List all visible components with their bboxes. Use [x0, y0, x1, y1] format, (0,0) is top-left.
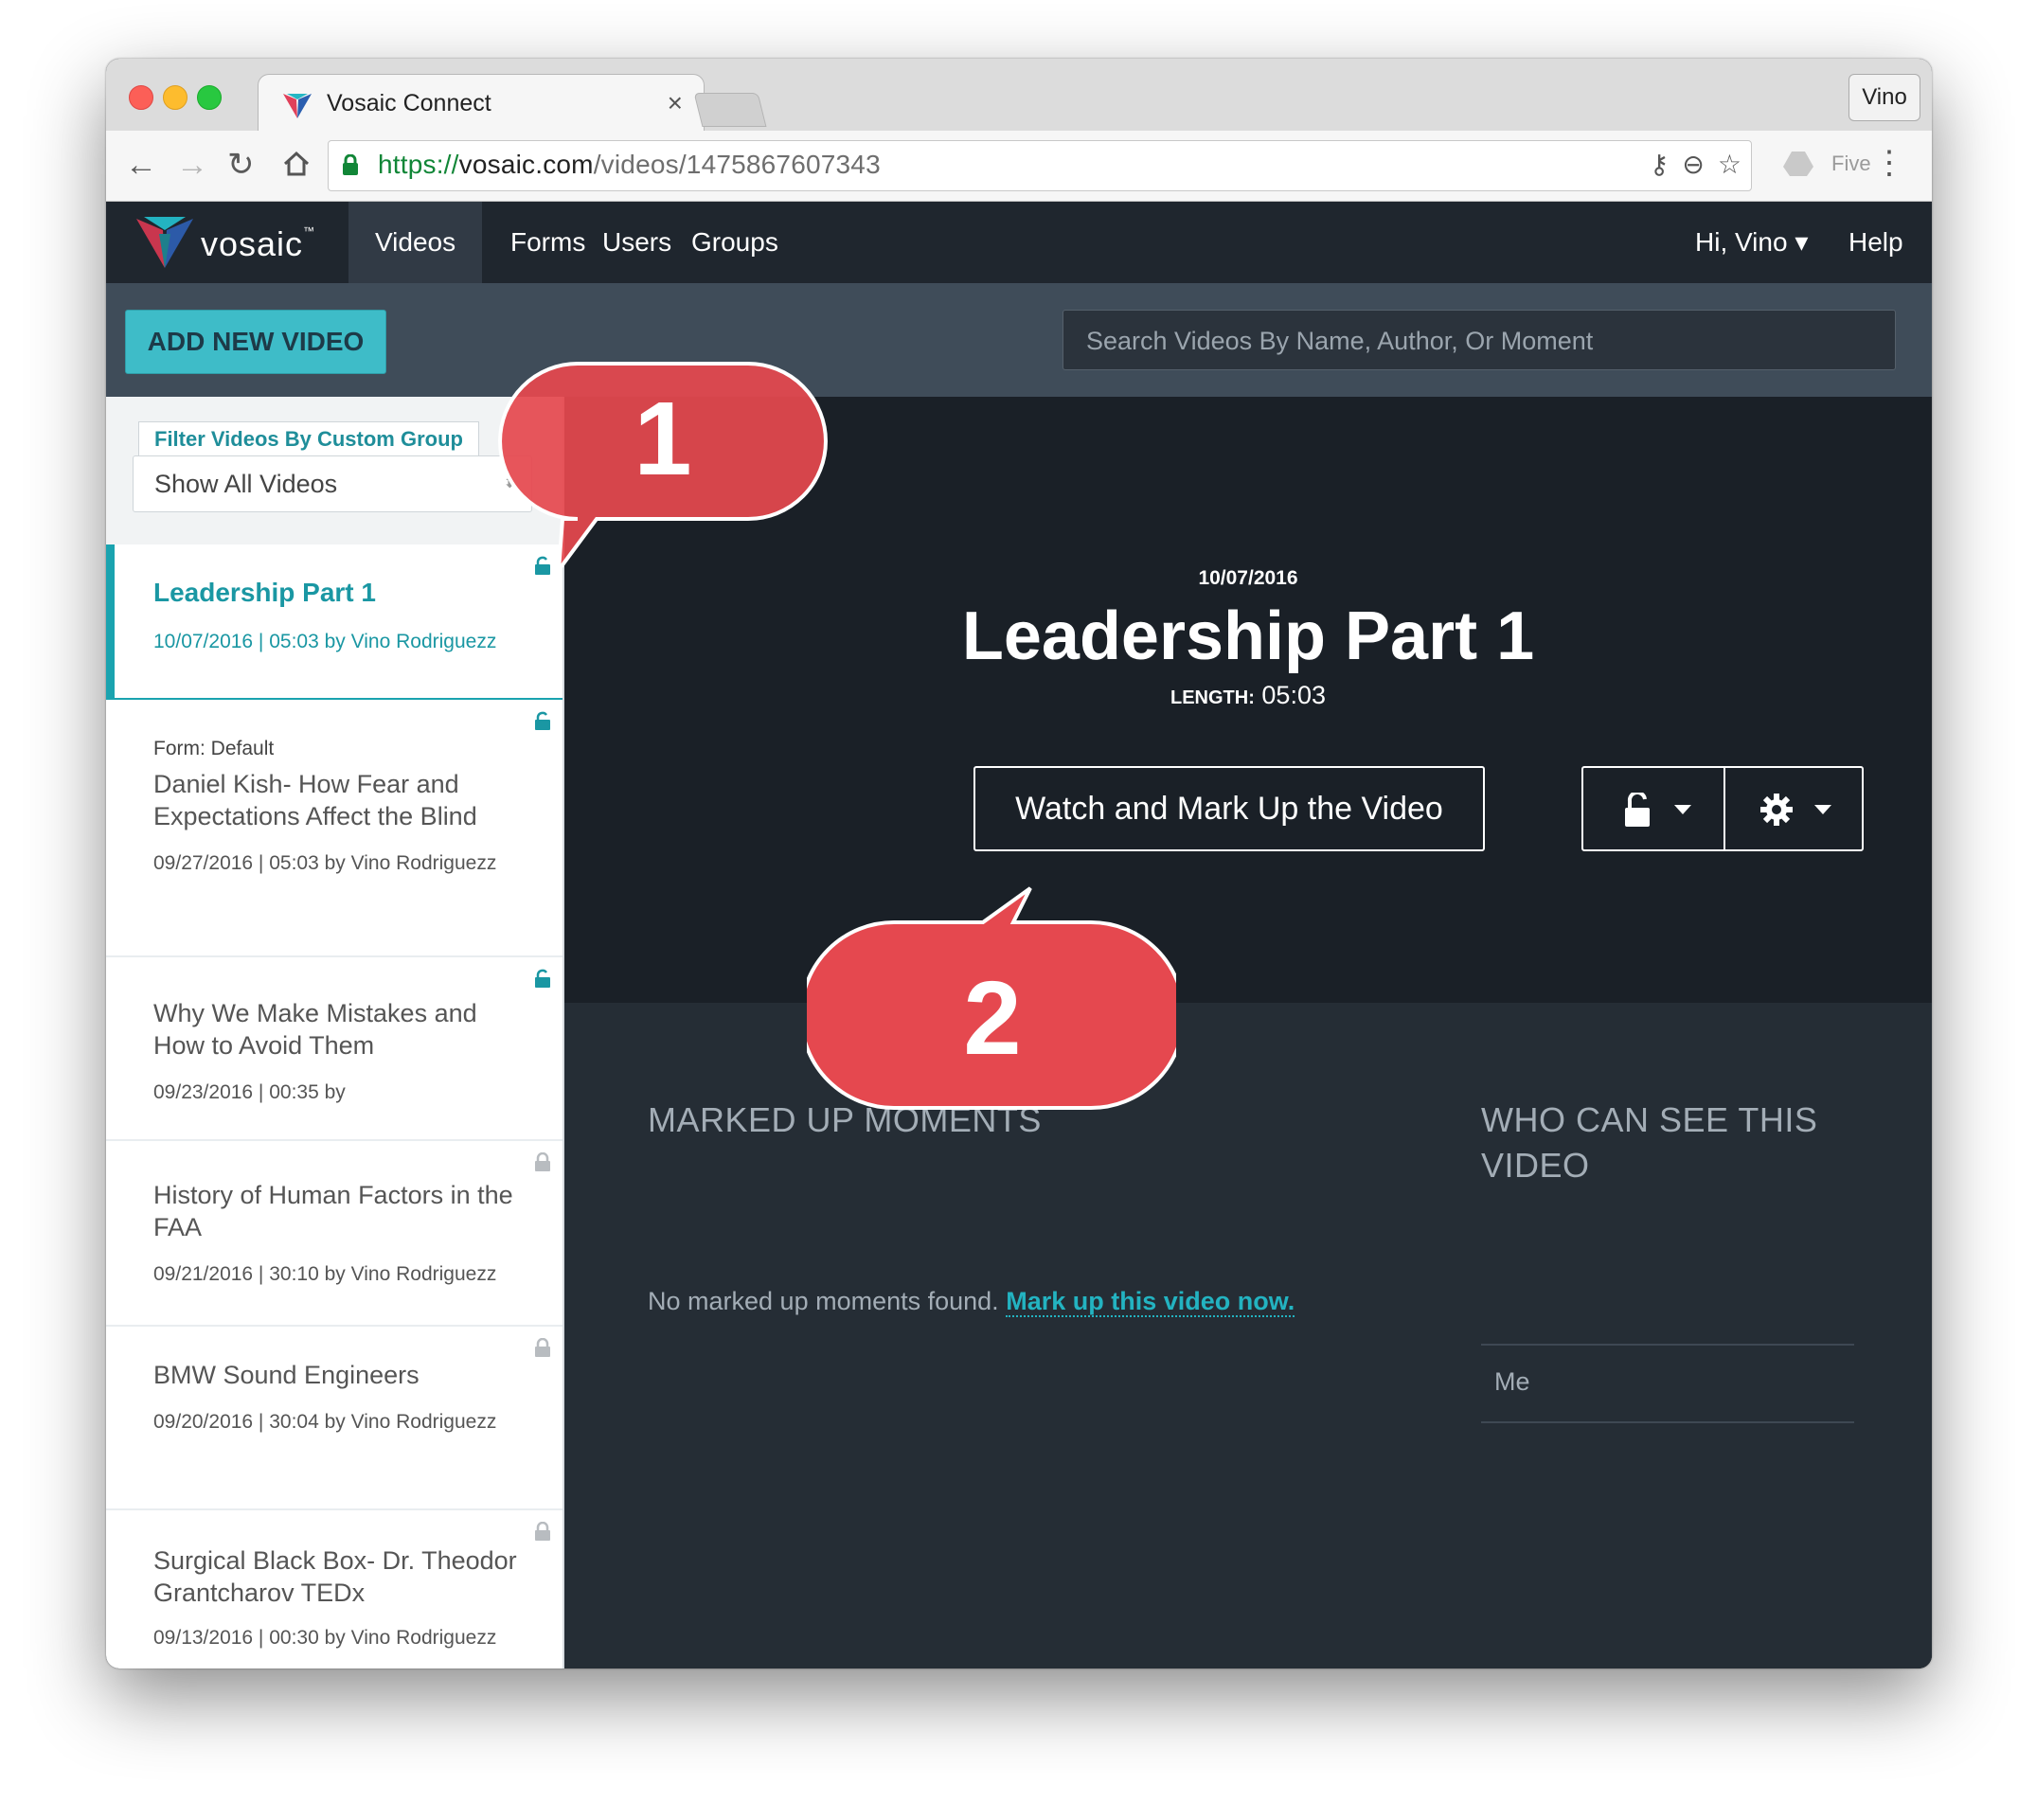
settings-dropdown-button[interactable]	[1725, 768, 1866, 849]
video-toolbar: ADD NEW VIDEO Search Videos By Name, Aut…	[106, 283, 1932, 397]
reload-icon[interactable]: ↻	[227, 148, 255, 182]
privacy-dropdown-button[interactable]	[1583, 768, 1725, 849]
vosaic-favicon-icon	[283, 94, 312, 118]
tab-close-icon[interactable]: ×	[668, 88, 683, 118]
viewer-entry: Me	[1494, 1367, 1530, 1396]
top-navigation: vosaic™ Videos Forms Users Groups Hi, Vi…	[106, 202, 1932, 283]
new-tab-button[interactable]	[693, 93, 767, 127]
video-title: Surgical Black Box- Dr. Theodor Grantcha…	[153, 1546, 517, 1607]
video-meta: 09/13/2016 | 00:30 by Vino Rodriguezz	[153, 1627, 497, 1649]
video-meta: 09/21/2016 | 30:10 by Vino Rodriguezz	[153, 1263, 497, 1285]
user-menu[interactable]: Hi, Vino ▾	[1669, 202, 1834, 283]
chevron-down-icon	[1674, 805, 1691, 814]
locked-icon	[535, 1152, 550, 1171]
nav-help[interactable]: Help	[1822, 202, 1930, 283]
maximize-window-button[interactable]	[197, 85, 222, 110]
address-bar[interactable]: https://vosaic.com/videos/1475867607343 …	[328, 140, 1752, 191]
locked-icon	[535, 1522, 550, 1541]
browser-tab[interactable]: Vosaic Connect ×	[258, 74, 705, 134]
profile-button[interactable]: Vino	[1848, 74, 1920, 121]
url-text: https://vosaic.com/videos/1475867607343	[378, 150, 881, 179]
callout-1-number: 1	[634, 381, 692, 497]
forward-arrow-icon[interactable]: →	[176, 148, 208, 182]
video-title: Why We Make Mistakes and How to Avoid Th…	[153, 999, 477, 1060]
tab-title: Vosaic Connect	[327, 90, 491, 116]
home-icon[interactable]	[282, 150, 311, 178]
video-details: MARKED UP MOMENTS No marked up moments f…	[564, 1003, 1932, 1668]
callout-1: 1	[464, 356, 833, 577]
video-list-item[interactable]: Form: Default Daniel Kish- How Fear and …	[106, 700, 563, 957]
who-can-see-heading: WHO CAN SEE THIS VIDEO	[1481, 1100, 1818, 1185]
logo-text: vosaic™	[201, 224, 316, 263]
video-title: BMW Sound Engineers	[153, 1361, 420, 1389]
mark-up-now-link[interactable]: Mark up this video now.	[1006, 1287, 1295, 1317]
back-arrow-icon[interactable]: ←	[125, 148, 157, 182]
close-window-button[interactable]	[129, 85, 153, 110]
video-actions	[1581, 766, 1864, 851]
chevron-down-icon	[1814, 805, 1831, 814]
bookmark-star-icon[interactable]: ☆	[1718, 150, 1741, 179]
callout-2-number: 2	[963, 960, 1022, 1077]
video-sidebar: Filter Videos By Custom Group Show All V…	[106, 397, 564, 1668]
video-list: Leadership Part 1 10/07/2016 | 05:03 by …	[106, 544, 563, 1668]
video-length: LENGTH: 05:03	[1170, 681, 1326, 709]
secure-lock-icon	[343, 154, 358, 175]
video-list-item[interactable]: BMW Sound Engineers 09/20/2016 | 30:04 b…	[106, 1327, 563, 1510]
video-list-item[interactable]: History of Human Factors in the FAA 09/2…	[106, 1141, 563, 1327]
drive-extension-icon[interactable]	[1782, 150, 1814, 178]
add-new-video-button[interactable]: ADD NEW VIDEO	[125, 310, 386, 374]
video-meta: 09/27/2016 | 05:03 by Vino Rodriguezz	[153, 852, 497, 874]
video-meta: 10/07/2016 | 05:03 by Vino Rodriguezz	[153, 631, 497, 652]
video-title: History of Human Factors in the FAA	[153, 1181, 513, 1241]
unlock-icon	[1625, 793, 1650, 827]
minimize-window-button[interactable]	[163, 85, 188, 110]
nav-videos[interactable]: Videos	[348, 202, 483, 283]
nav-groups[interactable]: Groups	[665, 202, 805, 283]
video-title: Daniel Kish- How Fear and Expectations A…	[153, 770, 477, 830]
vosaic-logo[interactable]: vosaic™	[134, 215, 324, 272]
video-title: Leadership Part 1	[153, 578, 376, 607]
key-icon[interactable]: ⚷	[1650, 150, 1670, 179]
watch-and-mark-up-button[interactable]: Watch and Mark Up the Video	[973, 766, 1485, 851]
browser-window: Vosaic Connect × Vino ← → ↻ https://vosa…	[106, 59, 1932, 1668]
browser-menu-icon[interactable]: ⋮	[1873, 144, 1905, 182]
filter-select-value: Show All Videos	[154, 470, 338, 498]
unlocked-icon	[535, 711, 550, 730]
filter-label: Filter Videos By Custom Group	[138, 421, 479, 455]
unlocked-icon	[535, 969, 550, 988]
browser-tab-bar: Vosaic Connect × Vino	[106, 59, 1932, 134]
browser-toolbar: ← → ↻ https://vosaic.com/videos/14758676…	[106, 131, 1932, 202]
vosaic-logo-icon	[136, 217, 193, 268]
callout-2: 2	[799, 884, 1186, 1121]
video-list-item[interactable]: Surgical Black Box- Dr. Theodor Grantcha…	[106, 1510, 563, 1668]
video-title-heading: Leadership Part 1	[961, 598, 1535, 674]
gear-icon	[1760, 794, 1793, 826]
divider	[1481, 1421, 1854, 1423]
five-extension-icon[interactable]: Five	[1831, 152, 1871, 176]
video-meta: 09/23/2016 | 00:35 by	[153, 1081, 346, 1103]
divider	[1481, 1344, 1854, 1346]
video-meta: 09/20/2016 | 30:04 by Vino Rodriguezz	[153, 1411, 497, 1433]
locked-icon	[535, 1338, 550, 1357]
video-form: Form: Default	[153, 738, 275, 759]
search-videos-input[interactable]: Search Videos By Name, Author, Or Moment	[1063, 310, 1896, 370]
no-moments-message: No marked up moments found. Mark up this…	[648, 1287, 1295, 1317]
video-list-item[interactable]: Why We Make Mistakes and How to Avoid Th…	[106, 957, 563, 1141]
zoom-icon[interactable]: ⊖	[1682, 150, 1704, 179]
